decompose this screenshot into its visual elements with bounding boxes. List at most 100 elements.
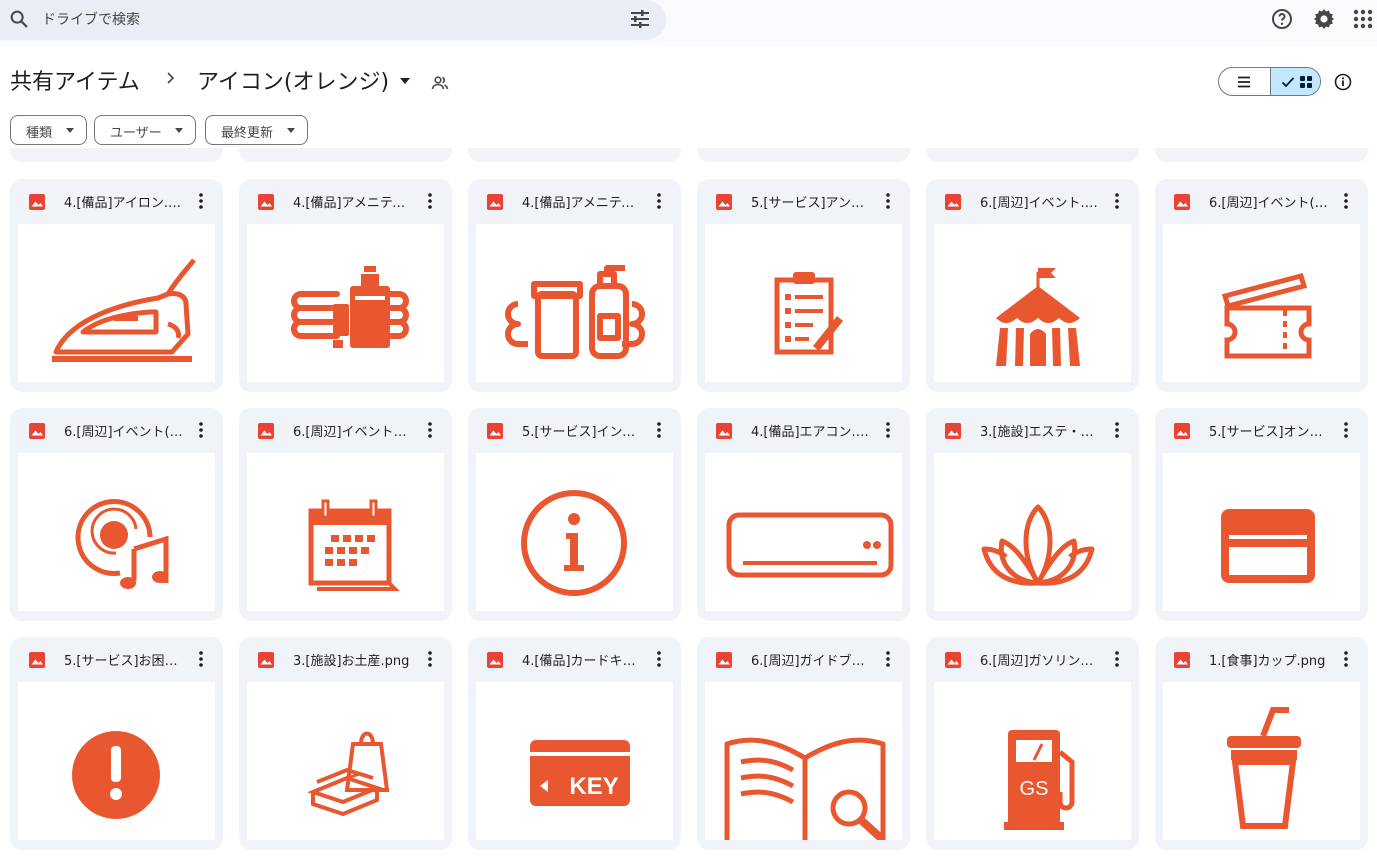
file-thumbnail[interactable]: KEY: [476, 682, 673, 840]
file-thumbnail[interactable]: [247, 224, 444, 382]
guidebook-icon: [724, 737, 886, 840]
more-options-icon[interactable]: [883, 421, 893, 439]
shared-people-icon[interactable]: [431, 74, 449, 92]
file-card[interactable]: 5.[サービス]お困りごと.png: [10, 637, 223, 850]
file-card[interactable]: 4.[備品]カードキー.png KEY: [468, 637, 681, 850]
search-bar[interactable]: ドライブで検索: [0, 0, 666, 40]
file-card[interactable]: 6.[周辺]イベント(音楽).png: [10, 408, 223, 621]
circus-tent-icon: [996, 268, 1080, 366]
search-input[interactable]: ドライブで検索: [42, 9, 140, 29]
file-card[interactable]: 5.[サービス]アンケート.png: [697, 179, 910, 392]
file-card[interactable]: 5.[サービス]インフォメーション.png: [468, 408, 681, 621]
file-card-partial[interactable]: [468, 148, 681, 162]
file-card[interactable]: 4.[備品]エアコン.png: [697, 408, 910, 621]
file-thumbnail[interactable]: [1163, 453, 1360, 611]
image-file-icon: [258, 194, 274, 210]
settings-icon[interactable]: [1312, 7, 1336, 31]
more-options-icon[interactable]: [883, 650, 893, 668]
file-thumbnail[interactable]: [476, 453, 673, 611]
file-card-partial[interactable]: [1155, 148, 1368, 162]
file-card[interactable]: 3.[施設]エステ・スパ.png: [926, 408, 1139, 621]
chip-caret-icon: [175, 128, 183, 133]
search-icon[interactable]: [8, 8, 30, 30]
file-name: 3.[施設]エステ・スパ.png: [980, 425, 1100, 440]
gas-station-icon: GS: [1004, 730, 1075, 830]
file-thumbnail[interactable]: [476, 224, 673, 382]
more-options-icon[interactable]: [1341, 650, 1351, 668]
more-options-icon[interactable]: [1341, 192, 1351, 210]
details-info-icon[interactable]: [1334, 73, 1352, 91]
file-card[interactable]: 6.[周辺]イベント.png: [926, 179, 1139, 392]
file-card[interactable]: 5.[サービス]オンライン決済.png: [1155, 408, 1368, 621]
file-thumbnail[interactable]: [705, 453, 902, 611]
file-name: 4.[備品]アメニティ2.png: [522, 196, 642, 211]
more-options-icon[interactable]: [196, 650, 206, 668]
gas-station-label: GS: [1020, 778, 1049, 800]
air-conditioner-icon: [726, 512, 894, 578]
card-key-label: KEY: [569, 773, 618, 800]
more-options-icon[interactable]: [1112, 421, 1122, 439]
file-card[interactable]: 6.[周辺]イベントカレンダー.png: [239, 408, 452, 621]
more-options-icon[interactable]: [1112, 650, 1122, 668]
filter-user-label: ユーザー: [110, 126, 162, 141]
file-thumbnail[interactable]: [705, 682, 902, 840]
music-record-icon: [75, 499, 169, 589]
image-file-icon: [945, 423, 961, 439]
list-view-button[interactable]: [1219, 68, 1270, 95]
file-thumbnail[interactable]: [18, 224, 215, 382]
cup-icon: [1227, 707, 1301, 829]
more-options-icon[interactable]: [425, 421, 435, 439]
more-options-icon[interactable]: [1112, 192, 1122, 210]
file-name: 4.[備品]エアコン.png: [751, 425, 871, 440]
file-thumbnail[interactable]: [247, 453, 444, 611]
filter-modified-chip[interactable]: 最終更新: [205, 115, 308, 145]
folder-menu-caret-icon[interactable]: [400, 78, 410, 84]
more-options-icon[interactable]: [883, 192, 893, 210]
card-key-icon: KEY: [530, 740, 630, 806]
more-options-icon[interactable]: [196, 421, 206, 439]
file-thumbnail[interactable]: [247, 682, 444, 840]
help-icon[interactable]: [1270, 7, 1294, 31]
more-options-icon[interactable]: [654, 650, 664, 668]
file-card-partial[interactable]: [239, 148, 452, 162]
file-card-partial[interactable]: [926, 148, 1139, 162]
file-name: 6.[周辺]イベントカレンダー.png: [293, 425, 413, 440]
ticket-icon: [1221, 272, 1312, 359]
file-thumbnail[interactable]: [934, 453, 1131, 611]
breadcrumb-root[interactable]: 共有アイテム: [10, 64, 140, 96]
breadcrumb-current[interactable]: アイコン(オレンジ): [197, 64, 389, 96]
more-options-icon[interactable]: [425, 192, 435, 210]
filter-user-chip[interactable]: ユーザー: [94, 115, 196, 145]
more-options-icon[interactable]: [654, 421, 664, 439]
more-options-icon[interactable]: [654, 192, 664, 210]
file-card-partial[interactable]: [697, 148, 910, 162]
more-options-icon[interactable]: [196, 192, 206, 210]
file-card[interactable]: 4.[備品]アイロン.png: [10, 179, 223, 392]
filter-type-chip[interactable]: 種類: [10, 115, 87, 145]
file-name: 4.[備品]アイロン.png: [64, 196, 184, 211]
file-card[interactable]: 4.[備品]アメニティ.png: [239, 179, 452, 392]
file-thumbnail[interactable]: GS: [934, 682, 1131, 840]
file-thumbnail[interactable]: [934, 224, 1131, 382]
file-card[interactable]: 1.[食事]カップ.png: [1155, 637, 1368, 850]
search-options-icon[interactable]: [628, 7, 652, 31]
file-thumbnail[interactable]: [1163, 682, 1360, 840]
image-file-icon: [487, 423, 503, 439]
file-thumbnail[interactable]: [18, 682, 215, 840]
file-thumbnail[interactable]: [18, 453, 215, 611]
file-card-partial[interactable]: [10, 148, 223, 162]
apps-grid-icon[interactable]: [1351, 7, 1375, 31]
file-card[interactable]: 4.[備品]アメニティ2.png: [468, 179, 681, 392]
grid-view-icon: [1300, 76, 1312, 88]
file-card[interactable]: 6.[周辺]イベント(チケット).png: [1155, 179, 1368, 392]
file-thumbnail[interactable]: [705, 224, 902, 382]
grid-view-button[interactable]: [1270, 68, 1320, 95]
file-thumbnail[interactable]: [1163, 224, 1360, 382]
file-card[interactable]: 3.[施設]お土産.png: [239, 637, 452, 850]
more-options-icon[interactable]: [1341, 421, 1351, 439]
list-view-icon: [1238, 76, 1250, 88]
more-options-icon[interactable]: [425, 650, 435, 668]
file-card[interactable]: 6.[周辺]ガイドブック.png: [697, 637, 910, 850]
file-name: 4.[備品]アメニティ.png: [293, 196, 413, 211]
file-card[interactable]: 6.[周辺]ガソリンスタンド.png GS: [926, 637, 1139, 850]
